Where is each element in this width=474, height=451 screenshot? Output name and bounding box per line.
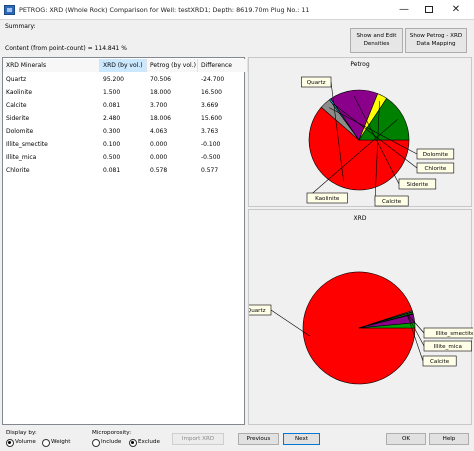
slice-label-dolomite: Dolomite <box>423 152 449 158</box>
cell-xrd: 0.500 <box>103 154 121 161</box>
table-row[interactable]: Illite_smectite 0.100 0.000 -0.100 <box>3 138 221 151</box>
cell-mineral: Dolomite <box>6 128 34 135</box>
radio-include[interactable]: Include <box>92 439 121 447</box>
table-row[interactable]: Illite_mica 0.500 0.000 -0.500 <box>3 151 221 164</box>
cell-mineral: Illite_mica <box>6 154 37 161</box>
slice-label-siderite: Siderite <box>407 182 429 188</box>
cell-xrd: 0.081 <box>103 102 121 109</box>
xrd-pie-chart: Quartz Illite_smectite Illite_mica Calcite <box>249 271 473 385</box>
cell-difference: -0.100 <box>201 141 221 148</box>
cell-petrog: 18.006 <box>150 115 171 122</box>
show-data-mapping-line2: Data Mapping <box>416 41 456 47</box>
maximize-icon <box>425 6 433 13</box>
footer-bar: Display by: Volume Weight Microporosity:… <box>0 426 474 451</box>
cell-difference: -0.500 <box>201 154 221 161</box>
col-header-petrog[interactable]: Petrog (by vol.) <box>150 62 196 69</box>
radio-weight[interactable]: Weight <box>42 439 71 447</box>
slice-label-calcite: Calcite <box>430 359 450 365</box>
summary-label: Summary: <box>5 23 36 30</box>
import-xrd-button[interactable]: Import XRD <box>172 433 224 445</box>
cell-petrog: 0.000 <box>150 141 168 148</box>
show-data-mapping-line1: Show Petrog - XRD <box>409 33 463 39</box>
col-header-mineral[interactable]: XRD Minerals <box>6 62 46 69</box>
petrog-pie-chart: Quartz Dolomite Chlorite Siderite Calcite Kao… <box>301 76 455 207</box>
cell-xrd: 95.200 <box>103 76 124 83</box>
cell-difference: 3.669 <box>201 102 219 109</box>
table-row[interactable]: Chlorite 0.081 0.578 0.577 <box>3 164 218 177</box>
slice-label-illite_smectite: Illite_smectite <box>435 331 473 337</box>
table-row[interactable]: Dolomite 0.300 4.063 3.763 <box>3 125 218 138</box>
petrog-chart-panel: Petrog Quartz Dolomite Chlorite Siderite Cal… <box>248 57 472 207</box>
show-data-mapping-button[interactable]: Show Petrog - XRD Data Mapping <box>405 28 467 53</box>
window-title: PETROG: XRD (Whole Rock) Comparison for … <box>19 6 310 14</box>
table-row[interactable]: Siderite 2.480 18.006 15.600 <box>3 112 222 125</box>
close-button[interactable]: ✕ <box>444 0 468 20</box>
cell-xrd: 1.500 <box>103 89 121 96</box>
maximize-button[interactable] <box>417 0 441 20</box>
cell-petrog: 0.578 <box>150 167 168 174</box>
cell-xrd: 0.100 <box>103 141 121 148</box>
col-header-difference[interactable]: Difference <box>201 62 232 69</box>
cell-difference: 15.600 <box>201 115 222 122</box>
slice-label-calcite: Calcite <box>382 199 402 205</box>
show-edit-densities-line1: Show and Edit <box>356 33 397 39</box>
cell-difference: 16.500 <box>201 89 222 96</box>
display-by-label: Display by: <box>6 430 37 436</box>
table-row[interactable]: Calcite 0.081 3.700 3.669 <box>3 99 218 112</box>
cell-xrd: 0.081 <box>103 167 121 174</box>
cell-petrog: 3.700 <box>150 102 168 109</box>
cell-petrog: 0.000 <box>150 154 168 161</box>
show-edit-densities-button[interactable]: Show and Edit Densities <box>350 28 403 53</box>
content-label: Content (from point-count) = 114.841 % <box>5 45 127 52</box>
minimize-button[interactable]: — <box>392 0 416 20</box>
show-edit-densities-line2: Densities <box>363 41 390 47</box>
chart-area: Petrog Quartz Dolomite Chlorite Siderite Cal… <box>248 57 473 425</box>
table-row[interactable]: Quartz 95.200 70.506 -24.700 <box>3 73 224 86</box>
table-header-row: XRD Minerals XRD (by vol.) Petrog (by vo… <box>3 59 248 72</box>
radio-volume[interactable]: Volume <box>6 439 36 447</box>
cell-mineral: Chlorite <box>6 167 30 174</box>
slice-label-illite_mica: Illite_mica <box>434 344 462 350</box>
slice-label-quartz: Quartz <box>307 80 326 86</box>
slice-label-kaolinite: Kaolinite <box>315 196 340 202</box>
cell-difference: 0.577 <box>201 167 219 174</box>
title-bar: PETROG: XRD (Whole Rock) Comparison for … <box>0 0 474 20</box>
table-row[interactable]: Kaolinite 1.500 18.000 16.500 <box>3 86 222 99</box>
cell-difference: -24.700 <box>201 76 225 83</box>
cell-xrd: 2.480 <box>103 115 121 122</box>
slice-label-chlorite: Chlorite <box>424 166 446 172</box>
cell-petrog: 18.000 <box>150 89 171 96</box>
slice-label-quartz: Quartz <box>249 308 266 314</box>
cell-xrd: 0.300 <box>103 128 121 135</box>
cell-petrog: 70.506 <box>150 76 171 83</box>
cell-difference: 3.763 <box>201 128 219 135</box>
next-button[interactable]: Next <box>283 433 320 445</box>
cell-mineral: Kaolinite <box>6 89 33 96</box>
xrd-chart-panel: XRD QuartzIllite_smectiteIllite_micaCalc… <box>248 209 473 425</box>
cell-mineral: Siderite <box>6 115 30 122</box>
microporosity-label: Microporosity: <box>92 430 132 436</box>
cell-mineral: Calcite <box>6 102 27 109</box>
ok-button[interactable]: OK <box>386 433 426 445</box>
cell-petrog: 4.063 <box>150 128 168 135</box>
help-button[interactable]: Help <box>429 433 469 445</box>
radio-exclude[interactable]: Exclude <box>129 439 160 447</box>
cell-mineral: Illite_smectite <box>6 141 48 148</box>
previous-button[interactable]: Previous <box>238 433 279 445</box>
comparison-table[interactable]: XRD Minerals XRD (by vol.) Petrog (by vo… <box>2 57 248 425</box>
app-icon <box>4 5 15 15</box>
col-header-xrd[interactable]: XRD (by vol.) <box>103 62 143 69</box>
cell-mineral: Quartz <box>6 76 27 83</box>
